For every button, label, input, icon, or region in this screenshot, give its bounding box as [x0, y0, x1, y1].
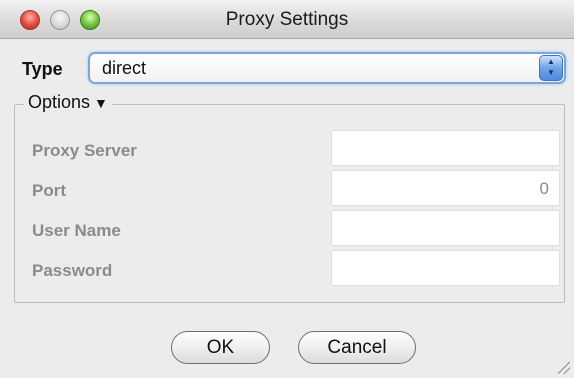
password-field[interactable]	[331, 250, 560, 286]
password-label: Password	[32, 261, 113, 280]
ok-button[interactable]: OK	[171, 331, 270, 364]
cancel-button[interactable]: Cancel	[298, 331, 416, 364]
title-bar[interactable]: Proxy Settings	[0, 0, 574, 39]
port-label: Port	[32, 181, 66, 200]
proxy-server-field[interactable]	[331, 130, 560, 166]
type-label: Type	[22, 59, 63, 79]
proxy-server-label: Proxy Server	[32, 141, 137, 160]
port-field[interactable]: 0	[331, 170, 560, 206]
type-select[interactable]: direct ▲ ▼	[88, 52, 566, 84]
up-down-stepper-icon[interactable]: ▲ ▼	[539, 55, 563, 81]
options-legend-label: Options	[28, 92, 91, 112]
triangle-down-icon[interactable]: ▼	[94, 95, 108, 111]
window-title: Proxy Settings	[225, 9, 349, 30]
type-select-value: direct	[102, 58, 147, 78]
user-name-label: User Name	[32, 221, 121, 240]
resize-grip-icon[interactable]	[558, 362, 570, 374]
user-name-field[interactable]	[331, 210, 560, 246]
options-disclosure[interactable]: Options ▼	[24, 92, 112, 113]
